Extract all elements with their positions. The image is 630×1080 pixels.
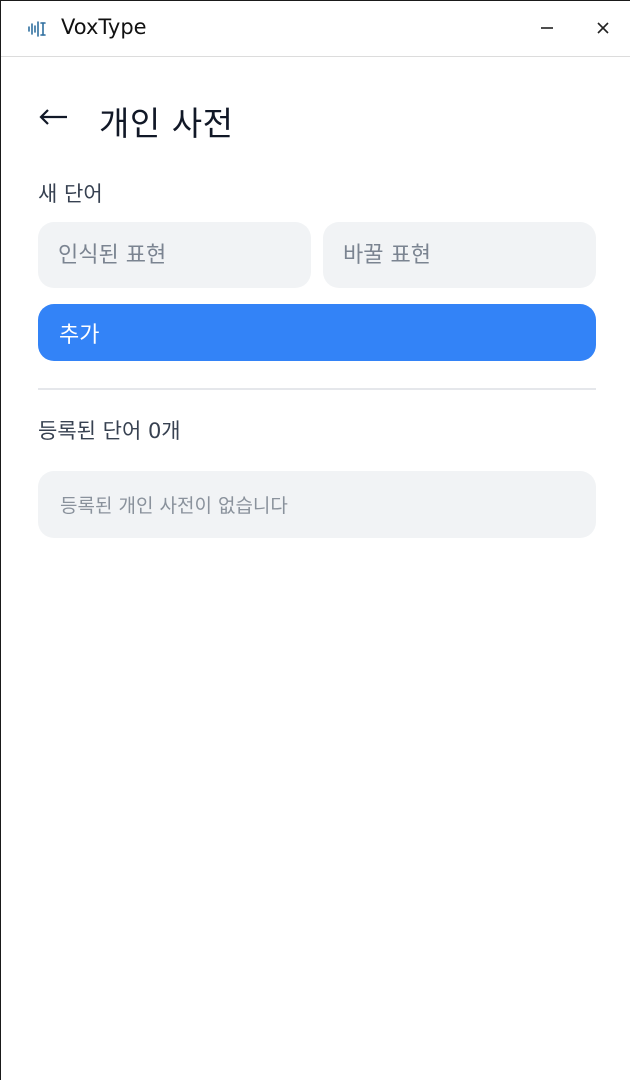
title-bar[interactable]: VoxType [1, 1, 630, 57]
registered-count-label: 등록된 단어 0개 [38, 419, 181, 443]
empty-message-text: 등록된 개인 사전이 없습니다 [60, 495, 288, 517]
window-title: VoxType [61, 15, 147, 39]
section-divider [38, 388, 596, 390]
close-icon [596, 21, 610, 38]
recognized-expression-input[interactable] [38, 222, 311, 288]
replacement-expression-input[interactable] [323, 222, 596, 288]
new-word-label: 새 단어 [38, 182, 103, 206]
empty-dictionary-message: 등록된 개인 사전이 없습니다 [38, 471, 596, 538]
waveform-icon [27, 20, 47, 38]
minimize-icon [540, 21, 554, 38]
add-button[interactable]: 추가 [38, 304, 596, 361]
arrow-left-icon [39, 107, 69, 130]
close-button[interactable] [587, 13, 619, 45]
minimize-button[interactable] [531, 13, 563, 45]
page-header: 개인 사전 [37, 97, 594, 143]
back-button[interactable] [37, 101, 71, 135]
page-title: 개인 사전 [99, 104, 234, 143]
app-window: VoxType 개인 사전 새 단어 인식된 표현 바꿀 표현 추가 등록된 단… [0, 0, 630, 1080]
